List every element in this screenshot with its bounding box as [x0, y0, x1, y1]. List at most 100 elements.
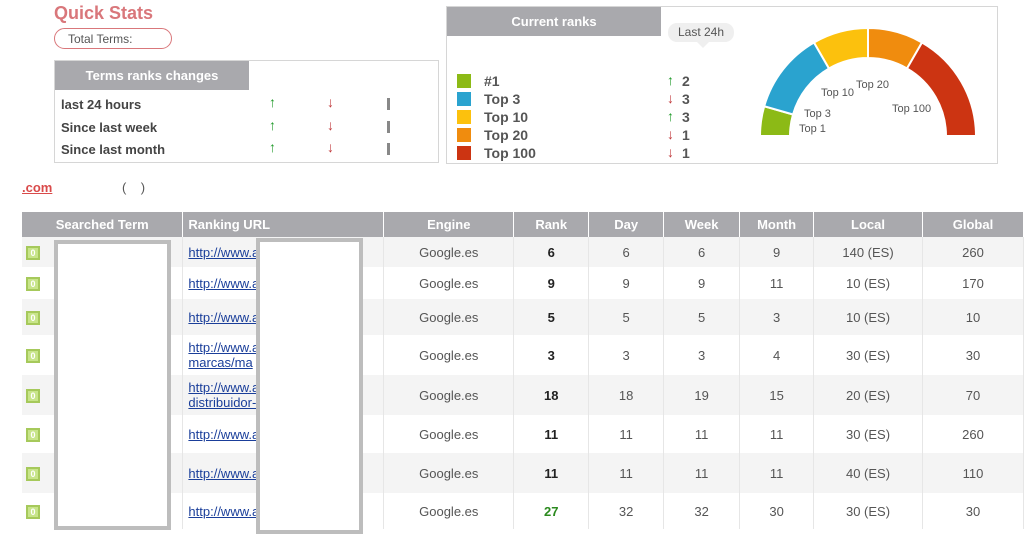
col-rank[interactable]: Rank — [513, 212, 590, 237]
terms-ranks-changes-title: Terms ranks changes — [55, 61, 249, 90]
legend-label: #1 — [484, 73, 500, 89]
legend-label: Top 3 — [484, 91, 521, 107]
down-arrow-icon: ↓ — [327, 117, 334, 133]
engine-cell: Google.es — [383, 375, 515, 415]
engine-cell: Google.es — [383, 415, 515, 453]
rankings-table: Searched Term Ranking URL Engine Rank Da… — [22, 212, 1024, 529]
global-cell: 30 — [922, 335, 1024, 375]
down-arrow-icon: ↓ — [667, 144, 674, 160]
global-cell: 260 — [922, 237, 1024, 267]
term-badge-icon[interactable]: 0 — [26, 311, 40, 325]
neutral-bar-icon — [387, 121, 390, 133]
rank-cell: 6 — [513, 237, 590, 267]
neutral-bar-icon — [387, 143, 390, 155]
table-row: 0 http://www.a marcas/ma Google.es 3 3 3 4 30 (E… — [22, 335, 1024, 375]
term-badge-icon[interactable]: 0 — [26, 467, 40, 481]
down-arrow-icon: ↓ — [327, 139, 334, 155]
day-cell: 11 — [588, 453, 665, 493]
col-global[interactable]: Global — [922, 212, 1024, 237]
total-terms-pill: Total Terms: — [54, 28, 172, 49]
up-arrow-icon: ↑ — [269, 117, 276, 133]
legend-value: 3 — [682, 91, 690, 107]
term-badge-icon[interactable]: 0 — [26, 349, 40, 363]
ranks-gauge: Top 1 Top 3 Top 10 Top 20 Top 100 — [758, 26, 978, 137]
day-cell: 11 — [588, 415, 665, 453]
day-cell: 32 — [588, 493, 665, 529]
col-ranking-url[interactable]: Ranking URL — [182, 212, 385, 237]
trc-row-label: Since last week — [61, 120, 158, 135]
month-cell: 9 — [739, 237, 815, 267]
gauge-label-top10: Top 10 — [821, 87, 854, 99]
col-day[interactable]: Day — [588, 212, 665, 237]
table-row: 0 http://www.a Google.es 27 32 32 30 30 (ES) 30 — [22, 493, 1024, 529]
global-cell: 260 — [922, 415, 1024, 453]
day-cell: 18 — [588, 375, 665, 415]
col-engine[interactable]: Engine — [383, 212, 515, 237]
col-local[interactable]: Local — [813, 212, 923, 237]
week-cell: 5 — [663, 299, 741, 335]
week-cell: 6 — [663, 237, 741, 267]
gauge-label-top100: Top 100 — [892, 103, 931, 115]
table-row: 0 http://www.a Google.es 11 11 11 11 30 (ES) 260 — [22, 415, 1024, 453]
local-cell: 30 (ES) — [813, 415, 923, 453]
up-arrow-icon: ↑ — [667, 72, 674, 88]
legend-swatch — [457, 128, 471, 142]
term-badge-icon[interactable]: 0 — [26, 505, 40, 519]
paren-open: ( — [122, 180, 127, 195]
global-cell: 10 — [922, 299, 1024, 335]
week-cell: 11 — [663, 415, 741, 453]
week-cell: 3 — [663, 335, 741, 375]
local-cell: 20 (ES) — [813, 375, 923, 415]
trc-row-label: last 24 hours — [61, 97, 142, 112]
legend-label: Top 100 — [484, 145, 536, 161]
gauge-segment — [905, 41, 978, 137]
down-arrow-icon: ↓ — [327, 94, 334, 110]
legend-value: 2 — [682, 73, 690, 89]
badge-pointer — [697, 42, 709, 48]
engine-cell: Google.es — [383, 299, 515, 335]
day-cell: 9 — [588, 267, 665, 299]
legend-swatch — [457, 146, 471, 160]
table-row: 0 http://www.a distribuidor- Google.es 18 18 1… — [22, 375, 1024, 415]
day-cell: 6 — [588, 237, 665, 267]
week-cell: 11 — [663, 453, 741, 493]
rank-cell: 9 — [513, 267, 590, 299]
legend-swatch — [457, 92, 471, 106]
rank-cell: 3 — [513, 335, 590, 375]
legend-value: 3 — [682, 109, 690, 125]
global-cell: 70 — [922, 375, 1024, 415]
domain-link[interactable]: .com — [22, 180, 52, 195]
engine-cell: Google.es — [383, 237, 515, 267]
col-month[interactable]: Month — [739, 212, 815, 237]
term-badge-icon[interactable]: 0 — [26, 277, 40, 291]
col-week[interactable]: Week — [663, 212, 741, 237]
table-row: 0 http://www.a Google.es 5 5 5 3 10 (ES) 10 — [22, 299, 1024, 335]
legend-label: Top 20 — [484, 127, 529, 143]
engine-cell: Google.es — [383, 335, 515, 375]
rank-cell: 5 — [513, 299, 590, 335]
term-badge-icon[interactable]: 0 — [26, 246, 40, 260]
month-cell: 3 — [739, 299, 815, 335]
global-cell: 110 — [922, 453, 1024, 493]
quick-stats-title: Quick Stats — [54, 3, 154, 23]
term-badge-icon[interactable]: 0 — [26, 389, 40, 403]
day-cell: 3 — [588, 335, 665, 375]
local-cell: 40 (ES) — [813, 453, 923, 493]
month-cell: 30 — [739, 493, 815, 529]
gauge-label-top20: Top 20 — [856, 79, 889, 91]
month-cell: 4 — [739, 335, 815, 375]
legend-swatch — [457, 74, 471, 88]
local-cell: 30 (ES) — [813, 493, 923, 529]
local-cell: 30 (ES) — [813, 335, 923, 375]
paren-close: ) — [140, 180, 146, 195]
last-24h-badge: Last 24h — [668, 23, 734, 42]
legend-swatch — [457, 110, 471, 124]
down-arrow-icon: ↓ — [667, 90, 674, 106]
day-cell: 5 — [588, 299, 665, 335]
legend-label: Top 10 — [484, 109, 529, 125]
rank-cell: 11 — [513, 453, 590, 493]
col-searched-term[interactable]: Searched Term — [22, 212, 184, 237]
terms-ranks-changes-panel: Terms ranks changes last 24 hours ↑ ↓ Si… — [54, 60, 439, 163]
global-cell: 170 — [922, 267, 1024, 299]
term-badge-icon[interactable]: 0 — [26, 428, 40, 442]
